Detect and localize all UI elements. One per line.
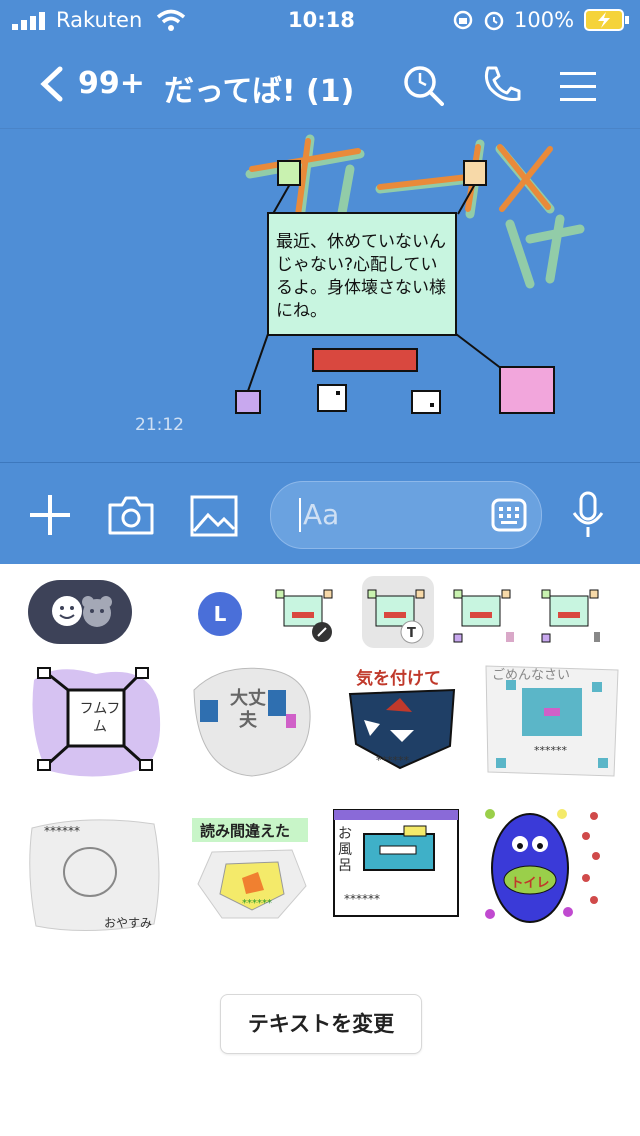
pack-tab-3[interactable] [448, 576, 520, 648]
sticker-caption: ****** [242, 898, 272, 909]
sticker-caption: ****** [534, 744, 567, 757]
chat-area: 最近、休めていないんじゃない?心配しているよ。身体壊さない様にね。 21:12 [0, 128, 640, 463]
wifi-icon [156, 9, 186, 31]
sticker-caption: ****** [344, 892, 380, 906]
pack-tab-edit[interactable] [270, 576, 342, 648]
sticker-text: フムフム [79, 701, 121, 735]
pack-tab-l[interactable]: L [198, 592, 242, 636]
unread-count[interactable]: 99+ [78, 66, 145, 101]
clock-label: 10:18 [288, 8, 355, 32]
sticker-text: お風呂 [338, 826, 352, 874]
sticker-2[interactable]: 大丈夫 [182, 660, 322, 784]
menu-icon[interactable] [560, 70, 596, 102]
sticker-text: トイレ [510, 876, 550, 891]
sticker-3[interactable]: 気を付けて ****** [330, 660, 470, 784]
pack-thumbnail-icon [275, 589, 333, 642]
carrier-label: Rakuten [56, 8, 143, 32]
microphone-icon[interactable] [570, 491, 606, 539]
rotation-lock-icon [453, 10, 473, 30]
text-caret [299, 498, 301, 532]
sticker-text: ごめんなさい [492, 668, 571, 683]
sticker-text: 大丈夫 [230, 688, 266, 731]
sticker-text: おやすみ [104, 916, 153, 930]
battery-icon [584, 9, 629, 31]
chat-header: 99+ だってば! (1) [0, 40, 640, 128]
back-chevron-icon[interactable] [38, 66, 64, 102]
pack-thumbnail-icon [453, 589, 514, 643]
plus-icon[interactable] [28, 493, 72, 537]
chat-title: だってば! (1) [164, 74, 355, 109]
phone-icon[interactable] [482, 64, 522, 104]
sticker-keyboard-icon[interactable] [491, 498, 527, 532]
smiley-icon [52, 596, 82, 626]
sticker-message-text: 最近、休めていないんじゃない?心配しているよ。身体壊さない様にね。 [276, 232, 446, 321]
sticker-8[interactable]: トイレ [482, 804, 622, 928]
pack-tab-text[interactable]: T [362, 576, 434, 648]
status-bar: Rakuten 10:18 100% [0, 0, 640, 40]
sticker-text: 気を付けて [356, 669, 441, 689]
battery-percent: 100% [514, 8, 575, 32]
sticker-5[interactable]: ****** おやすみ [26, 814, 166, 938]
pack-thumbnail-icon [541, 589, 600, 643]
sticker-7[interactable]: お風呂 ****** [330, 808, 470, 932]
message-time: 21:12 [135, 415, 184, 435]
change-text-button[interactable]: テキストを変更 [220, 994, 422, 1054]
sticker-6[interactable]: 読み間違えた ****** [182, 814, 322, 938]
bear-icon [82, 596, 112, 627]
search-icon[interactable] [402, 64, 444, 106]
sticker-text: 読み間違えた [200, 822, 291, 840]
signal-icon [12, 12, 45, 30]
emoji-sticker-toggle[interactable] [28, 580, 132, 644]
sticker-caption: ****** [44, 824, 80, 838]
alarm-icon [484, 11, 504, 31]
message-placeholder: Aa [303, 498, 340, 531]
sticker-4[interactable]: ごめんなさい ****** [482, 660, 622, 784]
pack-tab-4[interactable] [536, 576, 608, 648]
input-bar: Aa [0, 462, 640, 565]
camera-icon[interactable] [106, 493, 156, 537]
sticker-caption: ****** [376, 754, 409, 767]
pack-thumbnail-icon: T [367, 589, 425, 644]
sticker-panel: L T フムフム 大丈夫 気を付けて ****** ごめんなさい ****** … [0, 564, 640, 1136]
message-input[interactable]: Aa [270, 481, 542, 549]
svg-text:T: T [407, 626, 416, 641]
image-icon[interactable] [190, 495, 238, 537]
sticker-1[interactable]: フムフム [26, 660, 166, 784]
